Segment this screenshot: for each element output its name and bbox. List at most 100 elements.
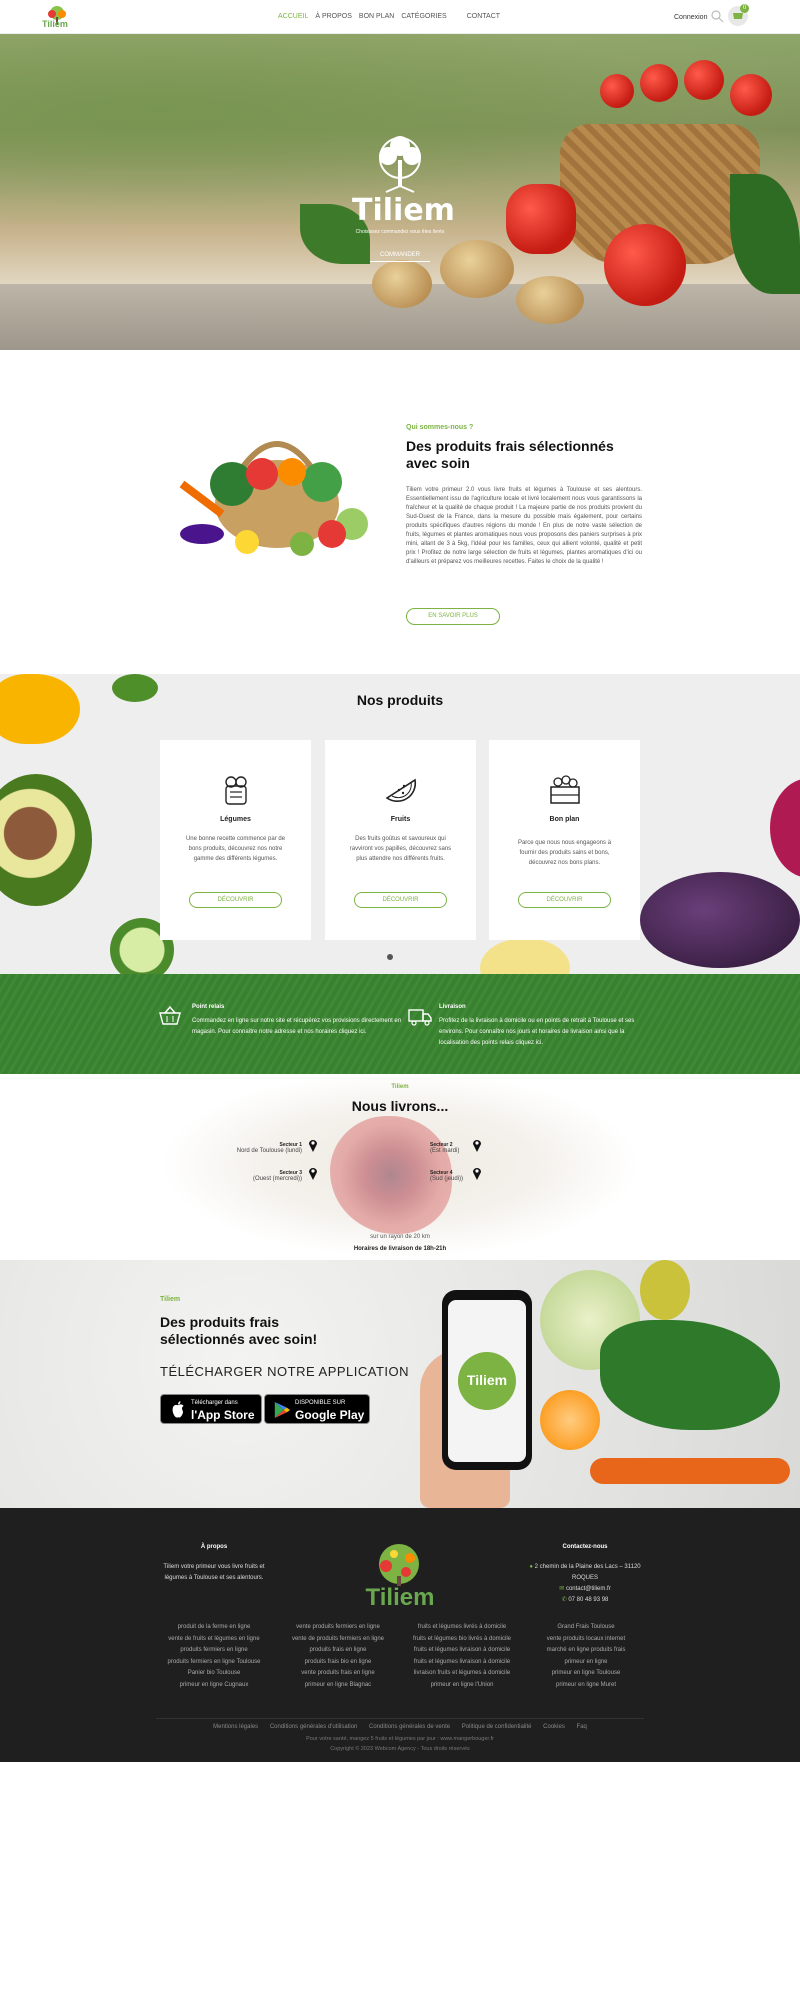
product-card-fruits: Fruits Des fruits goûtus et savoureux qu… [325, 740, 476, 940]
email-icon: ✉ [559, 1586, 565, 1592]
google-play-button[interactable]: DISPONIBLE SUR Google Play [264, 1394, 370, 1424]
delivery-truck-icon [408, 1009, 432, 1026]
hero-banner: Tiliem Choisissez commandez vous êtes li… [0, 34, 800, 350]
footer-link[interactable]: vente de produits fermiers en ligne [278, 1634, 398, 1646]
hero-potato-image [440, 240, 514, 298]
app-store-button[interactable]: Télécharger dans l'App Store [160, 1394, 262, 1424]
footer-link[interactable]: produits frais en ligne [278, 1645, 398, 1657]
footer-link[interactable]: produits fermiers en ligne [154, 1645, 274, 1657]
map-kicker: Tiliem [391, 1084, 409, 1090]
product-card-title: Légumes [220, 816, 251, 823]
carousel-dot[interactable] [387, 954, 393, 960]
footer-link[interactable]: produits fermiers en ligne Toulouse [154, 1657, 274, 1669]
hero-tomato-image [600, 74, 634, 108]
email-text[interactable]: contact@tiliem.fr [566, 1586, 611, 1592]
footer-logo-text[interactable]: Tiliem [360, 1584, 440, 1612]
footer-link[interactable]: Grand Frais Toulouse [526, 1622, 646, 1634]
logo-text[interactable]: Tiliem [42, 19, 68, 29]
download-heading: TÉLÉCHARGER NOTRE APPLICATION [160, 1364, 410, 1379]
learn-more-button[interactable]: EN SAVOIR PLUS [406, 608, 500, 625]
service-title: Point relais [192, 1004, 225, 1010]
phone-text[interactable]: 07 80 48 93 98 [568, 1597, 608, 1603]
footer-link[interactable]: fruits et légumes livrés à domicile [402, 1622, 522, 1634]
main-menu: ACCUEIL À PROPOS BON PLAN CATÉGORIES CON… [278, 13, 507, 20]
sector-area: (Ouest (mercredi)) [252, 1176, 302, 1182]
footer-email[interactable]: ✉ contact@tiliem.fr [520, 1584, 650, 1595]
menu-item-a-propos[interactable]: À PROPOS [315, 13, 352, 20]
footer-phone[interactable]: ✆ 07 80 48 93 98 [520, 1595, 650, 1606]
discover-button[interactable]: DÉCOUVRIR [354, 892, 447, 908]
footer-link[interactable]: livraison fruits et légumes à domicile [402, 1668, 522, 1680]
map-pin-icon[interactable] [308, 1138, 318, 1152]
watermelon-icon [385, 778, 417, 802]
menu-item-accueil[interactable]: ACCUEIL [278, 13, 308, 20]
footer-about-heading: À propos [200, 1544, 228, 1550]
about-title: Des produits frais sélectionnés avec soi… [406, 438, 614, 471]
footer-contact: ● 2 chemin de la Plaine des Lacs – 31120… [520, 1562, 650, 1606]
app-title: Des produits frais sélectionnés avec soi… [160, 1314, 318, 1347]
footer-link[interactable]: vente produits frais en ligne [278, 1668, 398, 1680]
footer-link[interactable]: produits frais bio en ligne [278, 1657, 398, 1669]
eggplant-decoration-image [640, 872, 800, 968]
products-section: Nos produits Légumes Une bonne recette c… [0, 674, 800, 974]
health-notice: Pour votre santé, mangez 5 fruits et lég… [306, 1736, 494, 1742]
vegetable-basket-image [179, 441, 368, 556]
legal-link-faq[interactable]: Faq [577, 1724, 587, 1730]
cart-button[interactable]: 0 [728, 4, 749, 26]
app-section: Tiliem Des produits frais sélectionnés a… [0, 1260, 800, 1508]
legal-link-privacy[interactable]: Politique de confidentialité [462, 1724, 532, 1730]
product-card-legumes: Légumes Une bonne recette commence par d… [160, 740, 311, 940]
footer-link[interactable]: primeur en ligne Muret [526, 1680, 646, 1692]
map-pin-icon[interactable] [308, 1166, 318, 1180]
service-text: Commandez en ligne sur notre site et réc… [192, 1018, 402, 1035]
hero-tomato-image [640, 64, 678, 102]
footer-links-col-3: fruits et légumes livrés à domicile frui… [402, 1622, 522, 1691]
search-icon[interactable] [710, 9, 724, 23]
hero-tagline: Choisissez commandez vous êtes livrés [355, 229, 445, 235]
footer-link[interactable]: vente produits fermiers en ligne [278, 1622, 398, 1634]
footer-link[interactable]: produit de la ferme en ligne [154, 1622, 274, 1634]
discover-button[interactable]: DÉCOUVRIR [518, 892, 611, 908]
cart-count-badge: 0 [740, 4, 749, 13]
footer-link[interactable]: primeur en ligne [526, 1657, 646, 1669]
menu-item-bon-plan[interactable]: BON PLAN [359, 13, 394, 20]
menu-item-contact[interactable]: CONTACT [467, 13, 500, 20]
footer-link[interactable]: Panier bio Toulouse [154, 1668, 274, 1680]
discover-button[interactable]: DÉCOUVRIR [189, 892, 282, 908]
sector-area: Nord de Toulouse (lundi) [236, 1148, 302, 1154]
legal-link-cgu[interactable]: Conditions générales d'utilisation [270, 1724, 358, 1730]
product-card-description: Une bonne recette commence par de bons p… [185, 836, 286, 862]
footer-link[interactable]: fruits et légumes livraison à domicile [402, 1657, 522, 1669]
footer-link[interactable]: fruits et légumes livraison à domicile [402, 1645, 522, 1657]
app-logo: Tiliem [458, 1352, 516, 1410]
beet-decoration-image [770, 778, 800, 878]
product-card-title: Bon plan [549, 816, 580, 823]
sector-area: (Est mardi) [430, 1148, 460, 1154]
login-link[interactable]: Connexion [674, 14, 707, 21]
footer-link[interactable]: vente de fruits et légumes en ligne [154, 1634, 274, 1646]
footer-link[interactable]: primeur en ligne Blagnac [278, 1680, 398, 1692]
footer-link[interactable]: marché en ligne produits frais [526, 1645, 646, 1657]
footer-link[interactable]: primeur en ligne l'Union [402, 1680, 522, 1692]
pear-decoration-image [640, 1260, 690, 1320]
top-navbar: Tiliem ACCUEIL À PROPOS BON PLAN CATÉGOR… [0, 0, 800, 34]
footer-link[interactable]: primeur en ligne Cugnaux [154, 1680, 274, 1692]
legal-link-cgv[interactable]: Conditions générales de vente [369, 1724, 450, 1730]
app-store-small-label: Télécharger dans [191, 1400, 238, 1406]
footer-link[interactable]: primeur en ligne Toulouse [526, 1668, 646, 1680]
orange-decoration-image [540, 1390, 600, 1450]
footer: À propos Tiliem votre primeur vous livre… [0, 1508, 800, 1762]
map-pin-icon[interactable] [472, 1166, 482, 1180]
legal-link-cookies[interactable]: Cookies [543, 1724, 565, 1730]
footer-contact-heading: Contactez-nous [562, 1544, 608, 1550]
order-button[interactable]: COMMANDER [370, 248, 430, 262]
map-pin-icon[interactable] [472, 1138, 482, 1152]
product-card-title: Fruits [390, 816, 411, 823]
footer-links-col-1: produit de la ferme en ligne vente de fr… [154, 1622, 274, 1691]
footer-links-col-4: Grand Frais Toulouse vente produits loca… [526, 1622, 646, 1691]
footer-link[interactable]: fruits et légumes bio livrés à domicile [402, 1634, 522, 1646]
menu-item-categories[interactable]: CATÉGORIES [401, 13, 446, 20]
legal-link-mentions[interactable]: Mentions légales [213, 1724, 258, 1730]
footer-link[interactable]: vente produits locaux internet [526, 1634, 646, 1646]
google-play-small-label: DISPONIBLE SUR [295, 1400, 346, 1406]
